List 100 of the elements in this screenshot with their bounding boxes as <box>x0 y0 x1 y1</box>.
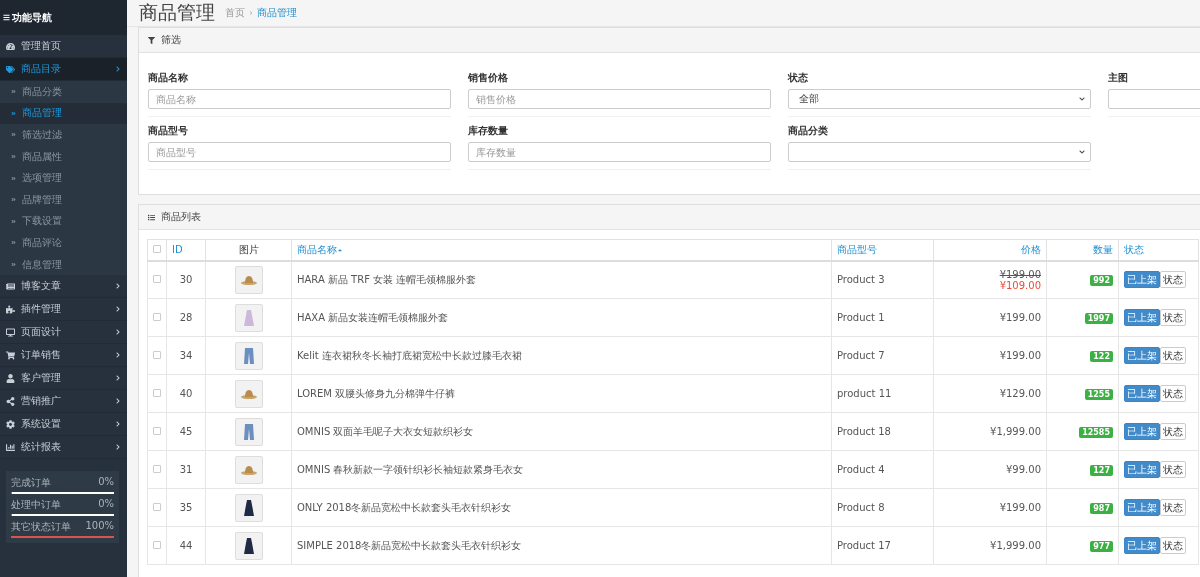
field-label: 商品型号 <box>148 124 189 138</box>
input-field[interactable]: 销售价格 <box>468 89 771 109</box>
chevron-icon <box>115 283 121 290</box>
input-field[interactable]: 库存数量 <box>468 142 771 162</box>
double-chevron-icon <box>11 262 16 268</box>
table-cell: 35 <box>166 488 206 527</box>
status-button[interactable]: 状态 <box>1160 423 1186 440</box>
sidebar-item-icon <box>6 419 15 429</box>
input-field[interactable]: 商品名称 <box>148 89 451 109</box>
status-button[interactable]: 已上架 <box>1124 271 1160 289</box>
breadcrumb-link[interactable]: 首页 <box>225 6 245 20</box>
dress-picture <box>243 499 254 516</box>
price: ¥1,999.00 <box>989 426 1041 437</box>
stat-label: 处理中订单 <box>11 498 61 513</box>
sidebar-subitem[interactable]: 筛选过滤 <box>0 124 127 146</box>
sidebar-subitem[interactable]: 信息管理 <box>0 253 127 276</box>
status-button[interactable]: 已上架 <box>1124 347 1160 364</box>
menu-icon[interactable] <box>3 14 10 21</box>
status-button[interactable]: 状态 <box>1160 385 1186 402</box>
quantity-badge: 12585 <box>1079 427 1113 438</box>
sidebar-subitem[interactable]: 商品属性 <box>0 145 127 168</box>
column-header[interactable]: 商品名称 <box>291 239 832 261</box>
sidebar-item-icon <box>6 64 15 74</box>
table-cell: Kelit 连衣裙秋冬长袖打底裙宽松中长款过膝毛衣裙 <box>291 336 832 375</box>
status-button[interactable]: 已上架 <box>1124 499 1160 516</box>
row-checkbox[interactable] <box>153 351 161 359</box>
chevron-icon <box>115 444 121 451</box>
status-button[interactable]: 已上架 <box>1124 309 1160 326</box>
column-header[interactable]: ID <box>166 239 206 261</box>
row-checkbox[interactable] <box>153 503 161 511</box>
sidebar-item-icon <box>6 327 15 337</box>
sidebar-subitem[interactable]: 选项管理 <box>0 167 127 189</box>
sidebar-item-icon <box>6 304 15 314</box>
panel-title: 筛选 <box>161 33 181 47</box>
quantity-badge: 977 <box>1090 541 1113 552</box>
table-cell: 40 <box>166 374 206 413</box>
quantity-badge: 122 <box>1090 351 1113 362</box>
stat-reading: 100% <box>85 520 114 534</box>
table-cell: 44 <box>166 526 206 565</box>
column-header[interactable]: 状态 <box>1118 239 1199 261</box>
select-field[interactable]: 全部 <box>788 89 1091 109</box>
row-checkbox[interactable] <box>153 389 161 397</box>
sidebar-item-icon <box>6 442 15 452</box>
status-button[interactable]: 状态 <box>1160 499 1186 516</box>
sidebar-item[interactable]: 商品目录 <box>0 58 127 81</box>
table-cell: 31 <box>166 450 206 489</box>
sidebar-subitem[interactable]: 商品评论 <box>0 232 127 254</box>
page-title: 商品管理 <box>139 0 215 25</box>
field-label: 商品分类 <box>788 124 829 138</box>
sidebar-subitem[interactable]: 下载设置 <box>0 210 127 233</box>
table-cell: LOREM 双腰头修身九分棉弹牛仔裤 <box>291 374 832 413</box>
row-checkbox[interactable] <box>153 427 161 435</box>
row-checkbox[interactable] <box>153 275 161 284</box>
breadcrumb-link[interactable]: 商品管理 <box>257 6 297 20</box>
status-button[interactable]: 状态 <box>1160 347 1186 364</box>
chevron-icon <box>115 306 121 313</box>
sidebar-title: 功能导航 <box>12 10 52 25</box>
hat-picture <box>240 464 257 475</box>
double-chevron-icon <box>11 89 16 95</box>
column-header: 图片 <box>205 239 292 261</box>
input-field[interactable]: 商品型号 <box>148 142 451 162</box>
table-cell: Product 4 <box>831 450 934 489</box>
status-button[interactable]: 已上架 <box>1124 423 1160 440</box>
chevron-icon <box>115 352 121 359</box>
double-chevron-icon <box>11 218 16 224</box>
sidebar-item-icon <box>6 373 15 383</box>
sidebar-subitem[interactable]: 商品分类 <box>0 81 127 103</box>
select-field[interactable] <box>788 142 1091 162</box>
field-label: 商品名称 <box>148 71 189 85</box>
hat-picture <box>240 388 257 399</box>
chevron-down-icon <box>1079 96 1085 102</box>
row-checkbox[interactable] <box>153 465 161 473</box>
column-header[interactable]: 商品型号 <box>831 239 934 261</box>
table-cell: OMNIS 春秋新款一字领针织衫长袖短款紧身毛衣女 <box>291 450 832 489</box>
status-button[interactable]: 已上架 <box>1124 385 1160 402</box>
column-header[interactable]: 价格 <box>933 239 1047 261</box>
double-chevron-icon <box>11 197 16 203</box>
table-cell: 28 <box>166 298 206 337</box>
field-label: 状态 <box>788 71 809 85</box>
status-button[interactable]: 已上架 <box>1124 537 1160 554</box>
table-cell: Product 17 <box>831 526 934 565</box>
row-checkbox[interactable] <box>153 313 161 321</box>
price: ¥199.00 <box>998 312 1041 323</box>
row-checkbox[interactable] <box>153 541 161 549</box>
status-button[interactable]: 状态 <box>1160 461 1186 478</box>
table-cell: Product 18 <box>831 412 934 451</box>
field-label: 库存数量 <box>468 124 509 138</box>
status-button[interactable]: 状态 <box>1160 309 1186 326</box>
price: ¥99.00 <box>1005 464 1041 475</box>
chevron-icon <box>115 421 121 428</box>
chevron-icon <box>115 398 121 405</box>
status-button[interactable]: 状态 <box>1160 271 1186 289</box>
status-button[interactable]: 已上架 <box>1124 461 1160 478</box>
original-price: ¥199.00 <box>998 268 1041 280</box>
sidebar-subitem[interactable]: 品牌管理 <box>0 188 127 211</box>
column-header[interactable]: 数量 <box>1046 239 1119 261</box>
sidebar-subitem[interactable]: 商品管理 <box>0 102 127 125</box>
status-button[interactable]: 状态 <box>1160 537 1186 554</box>
quantity-badge: 1255 <box>1084 389 1113 400</box>
select-all-checkbox[interactable] <box>153 245 161 254</box>
